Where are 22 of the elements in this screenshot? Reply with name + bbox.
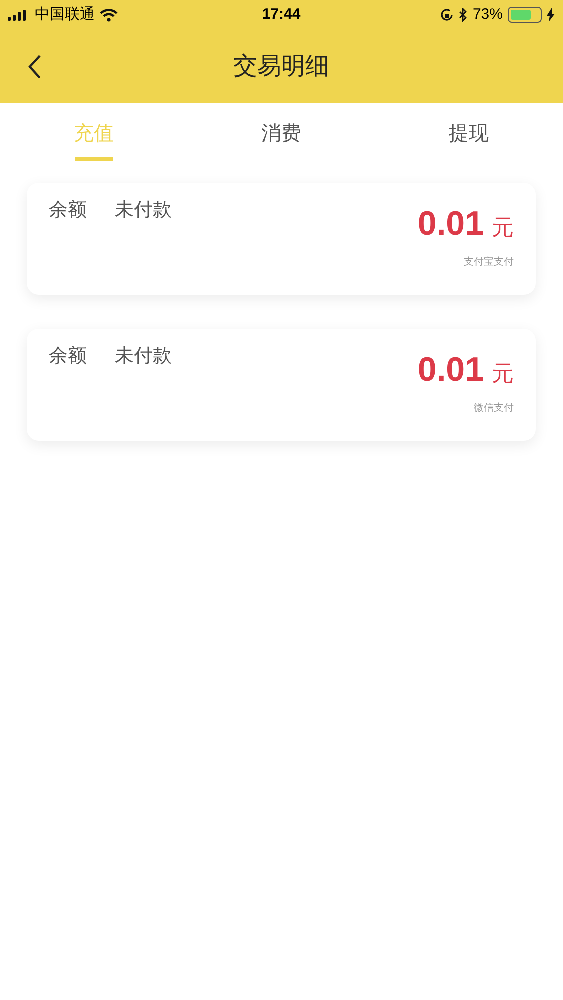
tab[interactable]: 消费	[188, 103, 376, 163]
payment-status: 未付款	[115, 345, 172, 369]
currency-unit: 元	[492, 217, 514, 239]
balance-label: 余额	[49, 345, 87, 369]
payment-method: 支付宝支付	[464, 256, 514, 270]
payment-method: 微信支付	[474, 402, 514, 416]
charging-icon	[547, 8, 555, 22]
status-time: 17:44	[262, 4, 301, 25]
amount: 0.01	[418, 207, 484, 241]
amount: 0.01	[418, 353, 484, 387]
currency-unit: 元	[492, 363, 514, 385]
balance-label: 余额	[49, 199, 87, 223]
wifi-icon	[100, 8, 118, 22]
battery-percent: 73%	[472, 4, 503, 25]
page-title: 交易明细	[234, 52, 330, 82]
battery-icon	[508, 7, 542, 23]
back-icon	[28, 54, 42, 80]
carrier-name: 中国联通	[35, 4, 95, 25]
rotation-lock-icon	[440, 8, 454, 22]
bluetooth-icon	[458, 8, 468, 22]
tab[interactable]: 提现	[375, 103, 563, 163]
payment-status: 未付款	[115, 199, 172, 223]
